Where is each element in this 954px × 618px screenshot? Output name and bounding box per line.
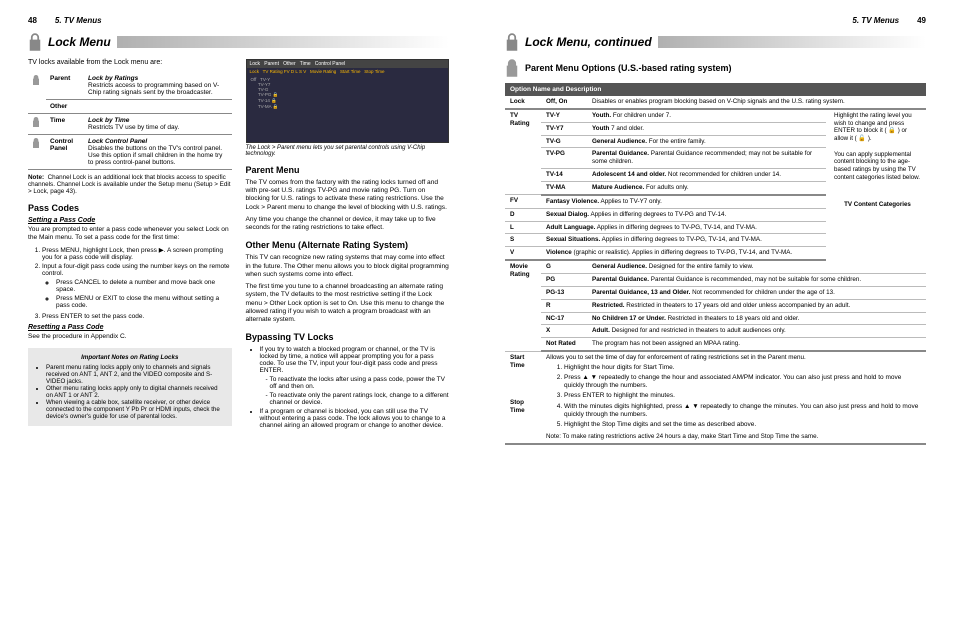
bypass-heading: Bypassing TV Locks bbox=[246, 332, 450, 342]
locktype-title: Lock by Ratings bbox=[88, 75, 138, 82]
page-spread: 48 5. TV Menus Lock Menu TV locks availa… bbox=[0, 0, 954, 618]
ratings-table: Option Name and Description LockOff, OnD… bbox=[505, 83, 926, 445]
reset-passcode-body: See the procedure in Appendix C. bbox=[28, 333, 232, 341]
section-title-bar: Lock Menu, continued bbox=[505, 33, 926, 51]
important-item: Other menu rating locks apply only to di… bbox=[46, 385, 226, 399]
screenshot-caption: The Lock > Parent menu lets you set pare… bbox=[246, 145, 450, 157]
locktype-label: Control Panel bbox=[46, 135, 84, 170]
bypass-sub: To reactivate the locks after using a pa… bbox=[270, 376, 450, 390]
tv-screenshot: Lock Parent Other Time Control Panel Loc… bbox=[246, 59, 450, 143]
title-gradient bbox=[658, 36, 926, 48]
page-right: 5. TV Menus 49 Lock Menu, continued Pare… bbox=[477, 0, 954, 618]
intro-text: TV locks available from the Lock menu ar… bbox=[28, 59, 232, 66]
channel-lock-note: Note: Channel Lock is an additional lock… bbox=[28, 174, 232, 195]
locktype-desc: Restricts access to programming based on… bbox=[88, 82, 219, 96]
locktype-label: Parent bbox=[46, 72, 84, 100]
lock-icon bbox=[505, 33, 519, 51]
page-number: 48 bbox=[28, 16, 37, 25]
locktype-title: Lock Control Panel bbox=[88, 138, 147, 145]
parent-menu-options-title: Parent Menu Options (U.S.-based rating s… bbox=[505, 59, 926, 77]
locktype-desc: Restricts TV use by time of day. bbox=[88, 124, 179, 131]
lock-cp-icon bbox=[32, 138, 40, 148]
locktype-title: Lock by Time bbox=[88, 117, 129, 124]
chapter-title: 5. TV Menus bbox=[852, 16, 899, 25]
set-passcode-title: Setting a Pass Code bbox=[28, 217, 232, 224]
section-title-bar: Lock Menu bbox=[28, 33, 449, 51]
locktype-label: Other bbox=[46, 100, 84, 114]
page-left: 48 5. TV Menus Lock Menu TV locks availa… bbox=[0, 0, 477, 618]
passcode-steps: Press MENU, highlight Lock, then press ▶… bbox=[42, 246, 232, 320]
lock-p-icon bbox=[505, 59, 519, 77]
other-body: This TV can recognize new rating systems… bbox=[246, 254, 450, 279]
title-gradient bbox=[117, 36, 449, 48]
reset-passcode-title: Resetting a Pass Code bbox=[28, 324, 232, 331]
important-title: Important Notes on Rating Locks bbox=[34, 354, 226, 361]
lock-type-table: Parent Lock by RatingsRestricts access t… bbox=[28, 72, 232, 170]
left-col-1: TV locks available from the Lock menu ar… bbox=[28, 59, 232, 433]
section-title: Lock Menu, continued bbox=[525, 35, 652, 49]
header-left: 48 5. TV Menus bbox=[28, 16, 449, 25]
important-item: When viewing a cable box, satellite rece… bbox=[46, 399, 226, 420]
sub-bullet: Press CANCEL to delete a number and move… bbox=[56, 279, 232, 293]
parent-menu-heading: Parent Menu bbox=[246, 165, 450, 175]
side-note-top: Highlight the rating level you wish to c… bbox=[826, 109, 926, 195]
bypass-sub: To reactivate only the parent ratings lo… bbox=[270, 392, 450, 406]
set-passcode-body: You are prompted to enter a pass code wh… bbox=[28, 226, 232, 242]
bypass-item: If a program or channel is blocked, you … bbox=[260, 408, 450, 429]
side-label: TV Content Categories bbox=[826, 195, 926, 260]
step: Press ENTER to set the pass code. bbox=[42, 313, 232, 320]
other-body: The first time you tune to a channel bro… bbox=[246, 283, 450, 324]
locktype-label: Time bbox=[46, 114, 84, 135]
lock-p-icon bbox=[32, 75, 40, 85]
chapter-title: 5. TV Menus bbox=[55, 16, 102, 25]
lock-t-icon bbox=[32, 117, 40, 127]
parent-body: The TV comes from the factory with the r… bbox=[246, 179, 450, 212]
left-col-2: Lock Parent Other Time Control Panel Loc… bbox=[246, 59, 450, 433]
section-title: Lock Menu bbox=[48, 35, 111, 49]
important-notes-box: Important Notes on Rating Locks Parent m… bbox=[28, 348, 232, 426]
bypass-item: If you try to watch a blocked program or… bbox=[260, 346, 450, 406]
bypass-list: If you try to watch a blocked program or… bbox=[260, 346, 450, 429]
lock-icon bbox=[28, 33, 42, 51]
important-item: Parent menu rating locks apply only to c… bbox=[46, 364, 226, 385]
page-number: 49 bbox=[917, 16, 926, 25]
step: Press MENU, highlight Lock, then press ▶… bbox=[42, 246, 232, 261]
table-header: Option Name and Description bbox=[505, 83, 926, 96]
other-menu-heading: Other Menu (Alternate Rating System) bbox=[246, 240, 450, 250]
locktype-desc: Disables the buttons on the TV's control… bbox=[88, 145, 222, 166]
sub-bullet: Press MENU or EXIT to close the menu wit… bbox=[56, 295, 232, 309]
step: Input a four-digit pass code using the n… bbox=[42, 263, 232, 309]
passcodes-heading: Pass Codes bbox=[28, 203, 232, 213]
parent-body: Any time you change the channel or devic… bbox=[246, 216, 450, 232]
header-right: 5. TV Menus 49 bbox=[505, 16, 926, 25]
